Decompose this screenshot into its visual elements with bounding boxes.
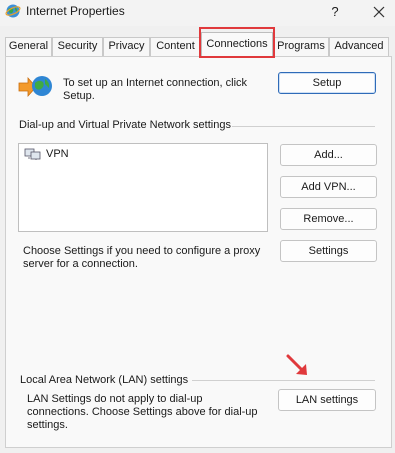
red-arrow-icon (286, 354, 307, 375)
lan-divider (192, 380, 375, 381)
lan-heading: Local Area Network (LAN) settings (20, 374, 189, 386)
lan-description: LAN Settings do not apply to dial-up con… (27, 393, 258, 431)
connections-list[interactable]: VPN (18, 143, 268, 232)
proxy-description: Choose Settings if you need to configure… (23, 245, 261, 270)
vpn-entry-label: VPN (46, 148, 69, 160)
add-button[interactable]: Add... (280, 144, 377, 166)
settings-button[interactable]: Settings (280, 240, 377, 262)
internet-setup-icon (18, 76, 52, 98)
setup-description: To set up an Internet connection, click … (63, 77, 248, 102)
lan-settings-button[interactable]: LAN settings (278, 389, 376, 411)
dialup-divider (232, 126, 375, 127)
network-connection-icon (24, 148, 41, 160)
remove-button[interactable]: Remove... (280, 208, 377, 230)
add-vpn-button[interactable]: Add VPN... (280, 176, 377, 198)
dialup-heading: Dial-up and Virtual Private Network sett… (19, 119, 231, 131)
setup-button[interactable]: Setup (278, 72, 376, 94)
